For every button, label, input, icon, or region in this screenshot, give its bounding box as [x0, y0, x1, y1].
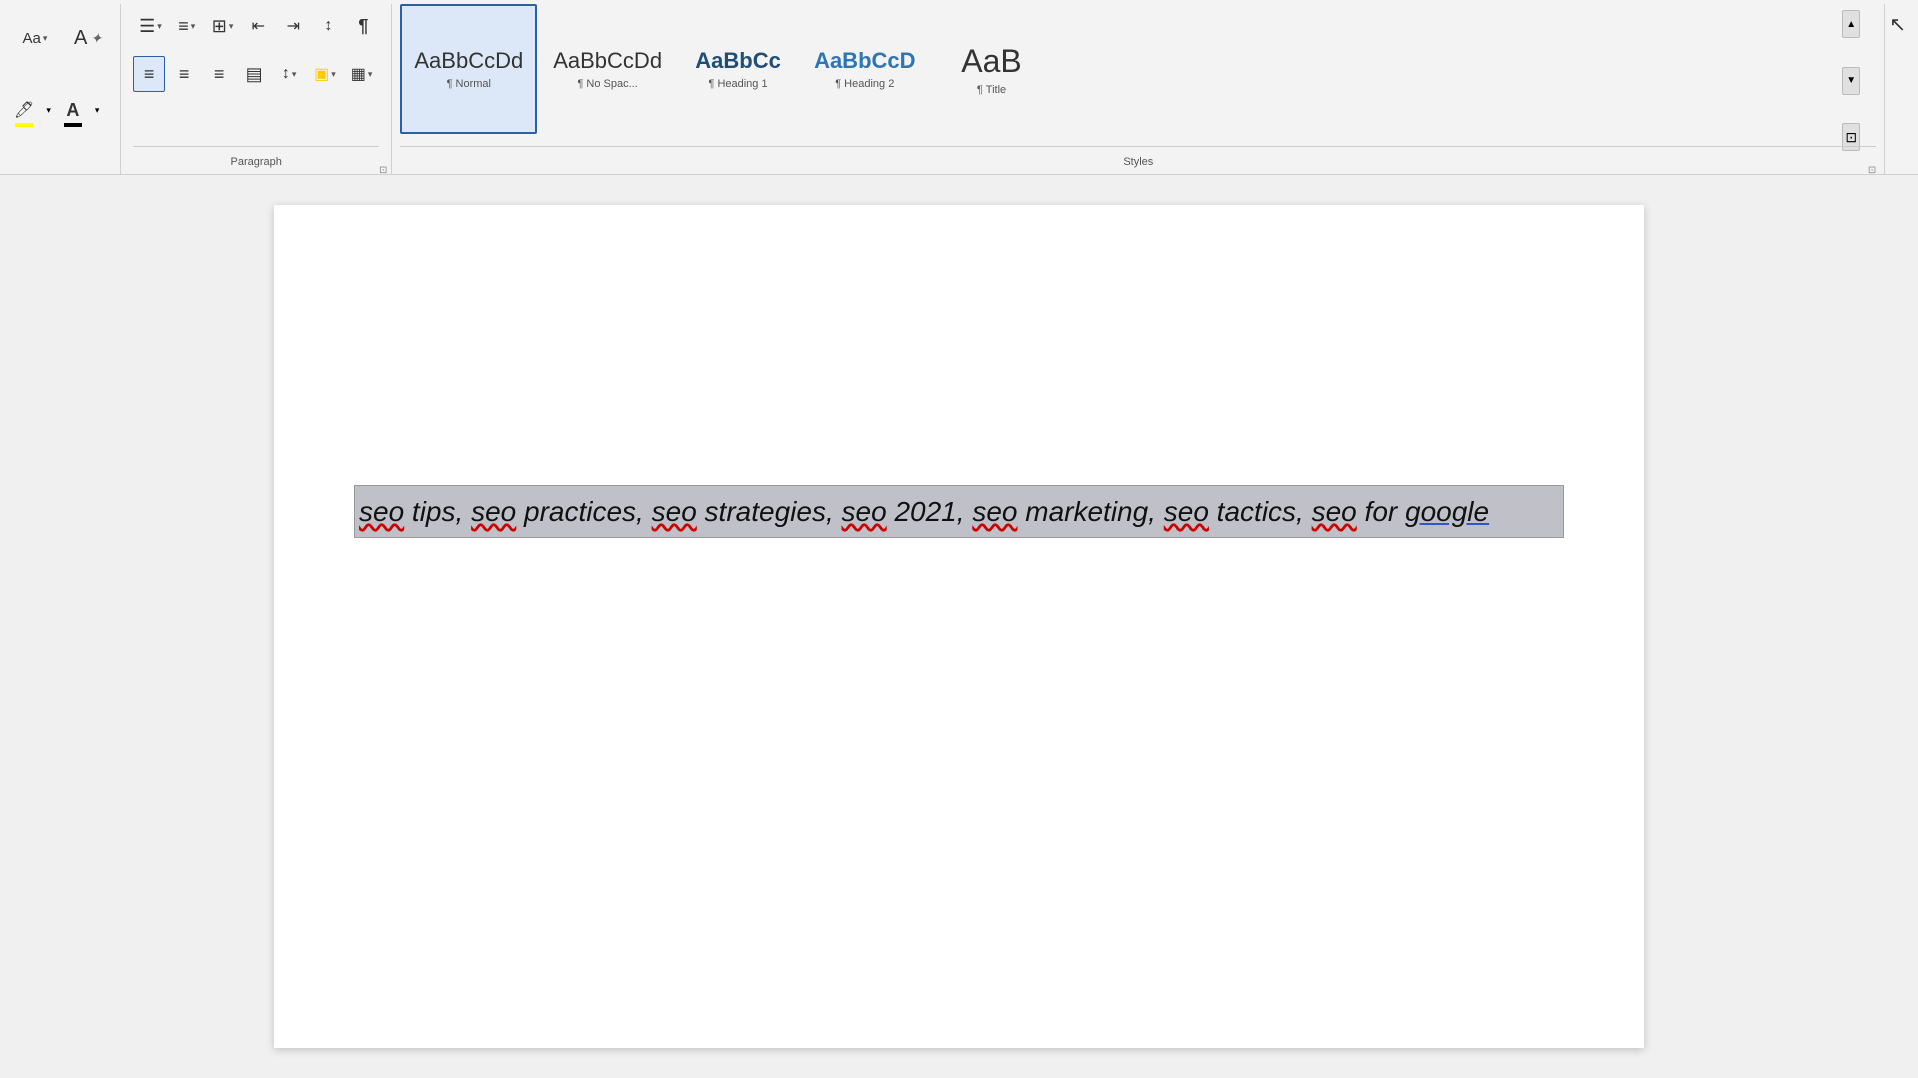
- font-color-icon: A: [66, 100, 79, 121]
- styles-scrollbar: ▲ ▼ ⊡: [1840, 8, 1860, 153]
- style-normal-label: ¶ Normal: [447, 78, 491, 90]
- align-center-button[interactable]: ≡: [168, 56, 200, 92]
- align-left-icon: ≡: [144, 64, 155, 85]
- highlight-button[interactable]: 🖊: [8, 88, 40, 132]
- line-spacing-button[interactable]: ↕ ▾: [273, 56, 305, 92]
- line-spacing-chevron: ▾: [292, 69, 297, 80]
- font-section: Aa ▾ A✦ 🖊 ▾ A ▾: [8, 4, 121, 174]
- styles-section-label: Styles: [1123, 156, 1153, 168]
- font-name-label: Aa: [23, 30, 41, 47]
- numbering-button[interactable]: ≡ ▾: [171, 8, 203, 44]
- align-center-icon: ≡: [179, 64, 190, 85]
- style-heading2-preview: AaBbCcD: [814, 48, 915, 74]
- font-color-dropdown[interactable]: ▾: [95, 105, 100, 116]
- style-no-spacing-label: ¶ No Spac...: [578, 78, 638, 90]
- borders-icon: ▦: [351, 64, 366, 84]
- sort-icon: ↕: [324, 17, 332, 35]
- bullets-button[interactable]: ☰ ▾: [133, 8, 168, 44]
- selected-text-container: seo tips, seo practices, seo strategies,…: [354, 485, 1564, 538]
- font-transform-icon: A✦: [74, 27, 102, 50]
- toolbar-far-right: ↖: [1884, 4, 1910, 174]
- style-normal-preview: AaBbCcDd: [414, 48, 523, 74]
- style-normal[interactable]: AaBbCcDd ¶ Normal: [400, 4, 537, 134]
- increase-indent-button[interactable]: ⇥: [277, 8, 309, 44]
- font-color-bar: [64, 123, 82, 127]
- align-right-button[interactable]: ≡: [203, 56, 235, 92]
- style-title[interactable]: AaB ¶ Title: [932, 4, 1052, 134]
- numbering-chevron: ▾: [191, 21, 196, 32]
- font-name-button[interactable]: Aa ▾: [8, 20, 62, 56]
- style-heading2-label: ¶ Heading 2: [835, 78, 894, 90]
- line-spacing-icon: ↕: [282, 65, 290, 83]
- word-google: google: [1405, 496, 1489, 527]
- paragraph-section-label: Paragraph: [231, 156, 282, 168]
- para-row-2: ≡ ≡ ≡ ▤ ↕ ▾: [133, 52, 379, 96]
- selected-text[interactable]: seo tips, seo practices, seo strategies,…: [354, 485, 1564, 538]
- styles-expand-icon[interactable]: ⊡: [1868, 165, 1876, 176]
- style-heading1-preview: AaBbCc: [695, 48, 781, 74]
- decrease-indent-button[interactable]: ⇤: [242, 8, 274, 44]
- highlight-color-bar: [15, 123, 33, 127]
- style-title-preview: AaB: [961, 42, 1021, 80]
- font-row2: 🖊 ▾ A ▾: [8, 76, 108, 144]
- multilevel-button[interactable]: ⊞ ▾: [206, 8, 240, 44]
- style-no-spacing[interactable]: AaBbCcDd ¶ No Spac...: [539, 4, 676, 134]
- shading-icon: ▣: [314, 64, 329, 84]
- borders-button[interactable]: ▦ ▾: [345, 56, 379, 92]
- para-row-1: ☰ ▾ ≡ ▾ ⊞ ▾ ⇤ ⇥: [133, 4, 379, 48]
- font-name-chevron: ▾: [43, 33, 48, 44]
- align-right-icon: ≡: [214, 64, 225, 85]
- styles-section-container: AaBbCcDd ¶ Normal AaBbCcDd ¶ No Spac... …: [392, 4, 1884, 174]
- word-seo5: seo: [972, 496, 1017, 527]
- paragraph-rows: ☰ ▾ ≡ ▾ ⊞ ▾ ⇤ ⇥: [133, 4, 379, 146]
- shading-button[interactable]: ▣ ▾: [308, 56, 342, 92]
- word-seo3: seo: [652, 496, 697, 527]
- bullets-chevron: ▾: [157, 21, 162, 32]
- text-content: seo tips, seo practices, seo strategies,…: [359, 496, 1489, 527]
- highlight-icon: 🖊: [14, 100, 34, 120]
- word-seo1: seo: [359, 496, 404, 527]
- word-seo4: seo: [842, 496, 887, 527]
- font-row1: Aa ▾ A✦: [8, 4, 108, 72]
- word-seo6: seo: [1164, 496, 1209, 527]
- decrease-indent-icon: ⇤: [252, 16, 265, 36]
- borders-chevron: ▾: [368, 69, 373, 80]
- styles-scroll-up[interactable]: ▲: [1842, 10, 1860, 38]
- font-color-button[interactable]: A: [57, 88, 89, 132]
- paragraph-mark-icon: ¶: [358, 16, 368, 37]
- multilevel-chevron: ▾: [229, 21, 234, 32]
- word-seo7: seo: [1312, 496, 1357, 527]
- document-page[interactable]: seo tips, seo practices, seo strategies,…: [274, 205, 1644, 1048]
- style-heading1[interactable]: AaBbCc ¶ Heading 1: [678, 4, 798, 134]
- style-no-spacing-preview: AaBbCcDd: [553, 48, 662, 74]
- bullets-icon: ☰: [139, 16, 155, 37]
- multilevel-icon: ⊞: [212, 16, 227, 37]
- shading-chevron: ▾: [331, 69, 336, 80]
- word-seo2: seo: [471, 496, 516, 527]
- document-area: seo tips, seo practices, seo strategies,…: [0, 175, 1918, 1078]
- justify-button[interactable]: ▤: [238, 56, 270, 92]
- sort-button[interactable]: ↕: [312, 8, 344, 44]
- paragraph-expand-icon[interactable]: ⊡: [379, 165, 387, 176]
- paragraph-section-container: ☰ ▾ ≡ ▾ ⊞ ▾ ⇤ ⇥: [121, 4, 392, 174]
- styles-scroll-down[interactable]: ▼: [1842, 67, 1860, 95]
- styles-gallery: AaBbCcDd ¶ Normal AaBbCcDd ¶ No Spac... …: [400, 4, 1876, 146]
- style-title-label: ¶ Title: [977, 84, 1006, 96]
- highlight-dropdown[interactable]: ▾: [46, 105, 51, 116]
- font-transform-button[interactable]: A✦: [68, 20, 108, 56]
- cursor-icon: ↖: [1889, 12, 1906, 37]
- justify-icon: ▤: [246, 64, 263, 85]
- increase-indent-icon: ⇥: [287, 16, 300, 36]
- style-heading1-label: ¶ Heading 1: [709, 78, 768, 90]
- align-left-button[interactable]: ≡: [133, 56, 165, 92]
- toolbar: Aa ▾ A✦ 🖊 ▾ A ▾: [0, 0, 1918, 175]
- numbering-icon: ≡: [178, 16, 189, 37]
- style-heading2[interactable]: AaBbCcD ¶ Heading 2: [800, 4, 929, 134]
- show-paragraph-button[interactable]: ¶: [347, 8, 379, 44]
